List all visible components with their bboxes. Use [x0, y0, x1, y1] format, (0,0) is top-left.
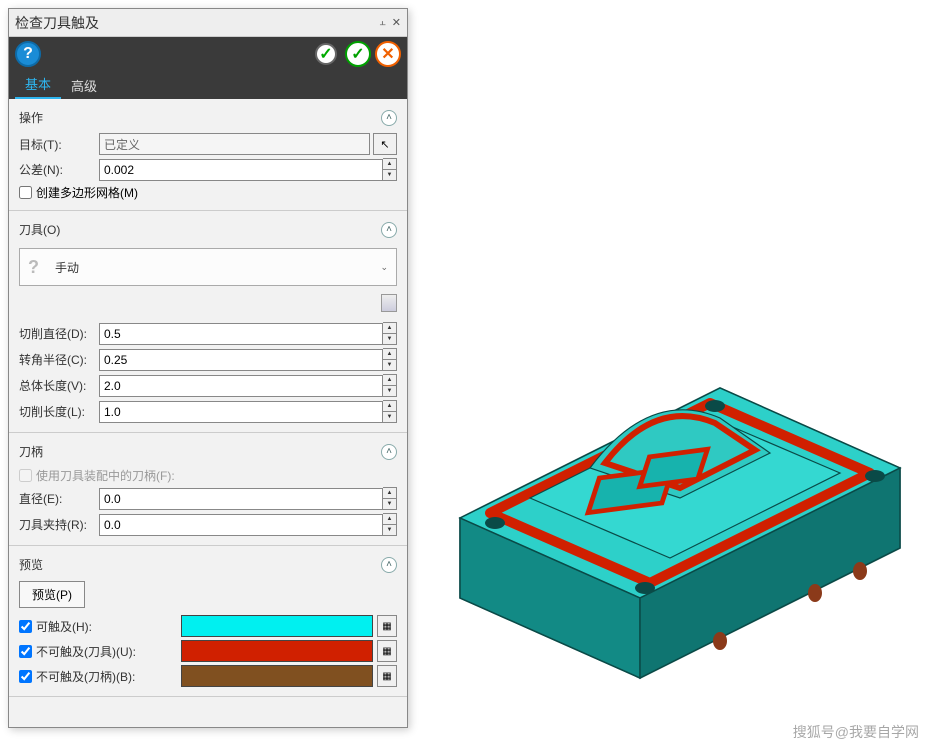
tolerance-spinner[interactable]: ▲▼ — [383, 158, 397, 181]
content-scroll[interactable]: 操作 ˄ 目标(T): ↖ 公差(N): ▲▼ 创建多边形网格(M) 刀具(O)… — [9, 99, 407, 727]
close-icon[interactable]: ✕ — [392, 16, 401, 29]
tab-advanced[interactable]: 高级 — [61, 72, 107, 99]
total-length-spinner[interactable]: ▲▼ — [383, 374, 397, 397]
total-length-label: 总体长度(V): — [19, 377, 99, 394]
question-icon: ? — [28, 257, 39, 278]
section-operation-header[interactable]: 操作 ˄ — [19, 105, 397, 130]
tolerance-label: 公差(N): — [19, 161, 99, 178]
unreachable-tool-color-swatch[interactable] — [181, 640, 373, 662]
chevron-up-icon[interactable]: ˄ — [381, 444, 397, 460]
tool-shape-icon[interactable] — [381, 294, 397, 312]
use-holder-label: 使用刀具装配中的刀柄(F): — [36, 467, 175, 484]
titlebar: 检查刀具触及 ⫠ ✕ — [9, 9, 407, 37]
reachable-color-swatch[interactable] — [181, 615, 373, 637]
watermark: 搜狐号@我要自学网 — [793, 722, 919, 742]
chevron-up-icon[interactable]: ˄ — [381, 222, 397, 238]
reachable-display-icon[interactable]: ▦ — [377, 615, 397, 637]
model-viewport[interactable] — [420, 288, 920, 688]
cut-length-input[interactable] — [99, 401, 383, 423]
tolerance-input[interactable] — [99, 159, 383, 181]
unreachable-holder-display-icon[interactable]: ▦ — [377, 665, 397, 687]
section-preview: 预览 ˄ 预览(P) 可触及(H): ▦ 不可触及(刀具)(U): ▦ 不可触及… — [9, 546, 407, 697]
preview-button[interactable]: 预览(P) — [19, 581, 85, 608]
apply-icon[interactable]: ✓ — [315, 43, 337, 65]
section-holder: 刀柄 ˄ 使用刀具装配中的刀柄(F): 直径(E): ▲▼ 刀具夹持(R): ▲… — [9, 433, 407, 546]
section-tool: 刀具(O) ˄ ? 手动 ⌄ 切削直径(D): ▲▼ 转角半径(C): ▲▼ — [9, 211, 407, 433]
holder-clamp-input[interactable] — [99, 514, 383, 536]
cut-length-spinner[interactable]: ▲▼ — [383, 400, 397, 423]
holder-clamp-label: 刀具夹持(R): — [19, 516, 99, 533]
unreachable-holder-label: 不可触及(刀柄)(B): — [36, 668, 181, 685]
reachable-label: 可触及(H): — [36, 618, 181, 635]
corner-radius-label: 转角半径(C): — [19, 351, 99, 368]
use-holder-checkbox — [19, 469, 32, 482]
help-icon[interactable]: ? — [15, 41, 41, 67]
tool-mode-dropdown[interactable]: ? 手动 ⌄ — [19, 248, 397, 286]
pin-icon[interactable]: ⫠ — [379, 16, 386, 29]
tab-bar: 基本 高级 — [9, 71, 407, 99]
unreachable-tool-checkbox[interactable] — [19, 645, 32, 658]
cut-diameter-input[interactable] — [99, 323, 383, 345]
chevron-down-icon: ⌄ — [380, 262, 388, 273]
unreachable-tool-display-icon[interactable]: ▦ — [377, 640, 397, 662]
tab-basic[interactable]: 基本 — [15, 70, 61, 99]
cancel-icon[interactable]: ✕ — [375, 41, 401, 67]
corner-radius-input[interactable] — [99, 349, 383, 371]
pick-target-icon[interactable]: ↖ — [373, 133, 397, 155]
reachable-checkbox[interactable] — [19, 620, 32, 633]
unreachable-holder-checkbox[interactable] — [19, 670, 32, 683]
holder-diameter-input[interactable] — [99, 488, 383, 510]
holder-diameter-spinner[interactable]: ▲▼ — [383, 487, 397, 510]
toolbar: ? ✓ ✓ ✕ — [9, 37, 407, 71]
chevron-up-icon[interactable]: ˄ — [381, 557, 397, 573]
section-holder-header[interactable]: 刀柄 ˄ — [19, 439, 397, 464]
section-tool-header[interactable]: 刀具(O) ˄ — [19, 217, 397, 242]
holder-clamp-spinner[interactable]: ▲▼ — [383, 513, 397, 536]
unreachable-holder-color-swatch[interactable] — [181, 665, 373, 687]
window-title: 检查刀具触及 — [15, 13, 379, 33]
section-operation: 操作 ˄ 目标(T): ↖ 公差(N): ▲▼ 创建多边形网格(M) — [9, 99, 407, 211]
corner-radius-spinner[interactable]: ▲▼ — [383, 348, 397, 371]
unreachable-tool-label: 不可触及(刀具)(U): — [36, 643, 181, 660]
total-length-input[interactable] — [99, 375, 383, 397]
cut-length-label: 切削长度(L): — [19, 403, 99, 420]
mesh-label: 创建多边形网格(M) — [36, 184, 138, 201]
cut-diameter-spinner[interactable]: ▲▼ — [383, 322, 397, 345]
cut-diameter-label: 切削直径(D): — [19, 325, 99, 342]
holder-diameter-label: 直径(E): — [19, 490, 99, 507]
target-input[interactable] — [99, 133, 370, 155]
target-label: 目标(T): — [19, 136, 99, 153]
ok-icon[interactable]: ✓ — [345, 41, 371, 67]
mesh-checkbox[interactable] — [19, 186, 32, 199]
section-preview-header[interactable]: 预览 ˄ — [19, 552, 397, 577]
chevron-up-icon[interactable]: ˄ — [381, 110, 397, 126]
tool-reach-panel: 检查刀具触及 ⫠ ✕ ? ✓ ✓ ✕ 基本 高级 操作 ˄ 目标(T): ↖ 公… — [8, 8, 408, 728]
